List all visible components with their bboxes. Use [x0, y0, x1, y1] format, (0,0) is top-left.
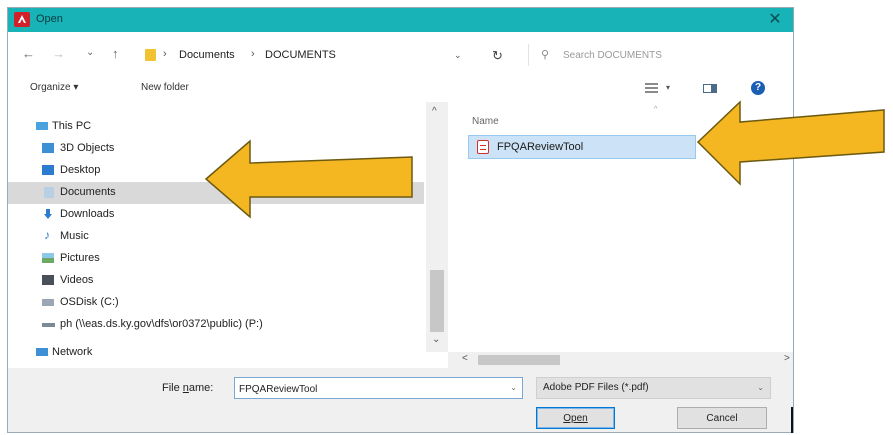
- navigation-pane: This PC 3D Objects Desktop Documents Dow…: [8, 102, 448, 358]
- sidebar-item-documents[interactable]: Documents: [8, 182, 424, 204]
- recent-locations-button[interactable]: ⌄: [86, 45, 94, 61]
- sidebar-item-network-drive[interactable]: ph (\\eas.ds.ky.gov\dfs\or0372\public) (…: [8, 314, 424, 336]
- window-title: Open: [36, 13, 63, 25]
- command-toolbar: Organize ▾ New folder ▾ ?: [8, 74, 793, 102]
- network-drive-icon: [42, 323, 55, 327]
- preview-pane-icon[interactable]: [703, 84, 717, 93]
- up-button[interactable]: ↑: [112, 46, 119, 62]
- change-view-icon[interactable]: [645, 83, 658, 94]
- sidebar-item-label: Music: [60, 230, 89, 242]
- search-icon: ⚲: [541, 49, 550, 61]
- sidebar-item-label: Documents: [60, 186, 116, 198]
- 3d-objects-icon: [42, 143, 54, 153]
- sidebar-vertical-scrollbar[interactable]: ^ ⌄: [426, 102, 448, 352]
- music-icon: ♪: [44, 228, 50, 242]
- navigation-bar: ← → ⌄ ↑ › Documents › DOCUMENTS ⌄ ↻ ⚲: [8, 38, 793, 72]
- title-bar: Open ✕: [8, 8, 793, 32]
- pdf-file-icon: [477, 140, 489, 154]
- list-item[interactable]: FPQAReviewTool: [468, 135, 696, 159]
- name-column-header[interactable]: Name: [472, 116, 499, 127]
- sidebar-item-label: Network: [52, 346, 93, 358]
- documents-icon: [44, 187, 54, 198]
- sidebar-item-3d-objects[interactable]: 3D Objects: [8, 138, 424, 160]
- file-name-input[interactable]: [239, 381, 499, 397]
- sort-indicator-icon: ^: [654, 106, 658, 113]
- scrollbar-thumb[interactable]: [430, 270, 444, 332]
- this-pc-icon: [36, 122, 48, 130]
- open-button[interactable]: Open: [536, 407, 615, 429]
- organize-button[interactable]: Organize ▾: [30, 82, 78, 93]
- file-type-value: Adobe PDF Files (*.pdf): [543, 382, 649, 393]
- file-list-pane: ^ Name FPQAReviewTool: [448, 102, 793, 352]
- cancel-button[interactable]: Cancel: [677, 407, 767, 429]
- forward-button[interactable]: →: [52, 46, 65, 62]
- sidebar-item-label: 3D Objects: [60, 142, 115, 154]
- file-type-select[interactable]: Adobe PDF Files (*.pdf) ⌄: [536, 377, 771, 399]
- network-icon: [36, 348, 48, 356]
- view-options-caret-icon[interactable]: ▾: [666, 83, 670, 92]
- sidebar-item-network[interactable]: Network: [8, 342, 424, 364]
- close-icon: ✕: [768, 11, 782, 28]
- refresh-button[interactable]: ↻: [492, 48, 503, 64]
- scroll-down-icon[interactable]: ⌄: [432, 334, 440, 345]
- open-file-dialog: Open ✕ ← → ⌄ ↑ › Documents › DOCUMENTS ⌄…: [7, 7, 794, 433]
- sidebar-item-videos[interactable]: Videos: [8, 270, 424, 292]
- sidebar-item-osdisk[interactable]: OSDisk (C:): [8, 292, 424, 314]
- help-icon[interactable]: ?: [751, 81, 765, 95]
- sidebar-item-pictures[interactable]: Pictures: [8, 248, 424, 270]
- desktop-icon: [42, 165, 54, 175]
- dialog-footer: File name: ⌄ Adobe PDF Files (*.pdf) ⌄ O…: [8, 368, 793, 432]
- file-list-horizontal-scrollbar[interactable]: < >: [448, 352, 793, 368]
- downloads-icon: [44, 209, 52, 219]
- chevron-down-icon[interactable]: ⌄: [510, 383, 517, 392]
- search-box: ⚲: [528, 44, 735, 66]
- drive-icon: [42, 299, 54, 306]
- file-name-label: File name:: [162, 382, 214, 394]
- file-name-combobox[interactable]: ⌄: [234, 377, 523, 399]
- search-input[interactable]: [563, 47, 728, 63]
- breadcrumb-documents[interactable]: Documents: [179, 49, 235, 61]
- open-button-label: Open: [563, 412, 588, 424]
- back-button[interactable]: ←: [22, 46, 35, 62]
- videos-icon: [42, 275, 54, 285]
- pictures-icon: [42, 253, 54, 263]
- breadcrumb-documents-folder[interactable]: DOCUMENTS: [265, 49, 336, 61]
- scroll-right-icon[interactable]: >: [784, 353, 790, 364]
- folder-icon: [145, 49, 156, 61]
- sidebar-item-label: Desktop: [60, 164, 101, 176]
- chevron-down-icon: ⌄: [757, 383, 764, 392]
- sidebar-item-music[interactable]: ♪ Music: [8, 226, 424, 248]
- sidebar-item-desktop[interactable]: Desktop: [8, 160, 424, 182]
- acrobat-icon: [14, 12, 30, 27]
- scroll-left-icon[interactable]: <: [462, 353, 468, 364]
- address-bar[interactable]: › Documents › DOCUMENTS: [140, 44, 478, 66]
- scrollbar-thumb[interactable]: [478, 355, 560, 365]
- file-name: FPQAReviewTool: [497, 141, 584, 153]
- sidebar-item-label: Pictures: [60, 252, 100, 264]
- new-folder-button[interactable]: New folder: [141, 82, 189, 93]
- sidebar-item-label: OSDisk (C:): [60, 296, 119, 308]
- vertical-bar-mark: [791, 407, 793, 433]
- breadcrumb-separator: ›: [251, 48, 255, 60]
- sidebar-item-label: This PC: [52, 120, 92, 132]
- breadcrumb-separator: ›: [163, 48, 167, 60]
- scroll-up-icon[interactable]: ^: [432, 106, 437, 117]
- close-button[interactable]: ✕: [765, 10, 785, 30]
- address-dropdown-button[interactable]: ⌄: [454, 50, 462, 61]
- sidebar-item-label: Videos: [60, 274, 94, 286]
- sidebar-item-label: ph (\\eas.ds.ky.gov\dfs\or0372\public) (…: [60, 318, 263, 330]
- sidebar-item-this-pc[interactable]: This PC: [8, 116, 424, 138]
- sidebar-item-downloads[interactable]: Downloads: [8, 204, 424, 226]
- sidebar-item-label: Downloads: [60, 208, 115, 220]
